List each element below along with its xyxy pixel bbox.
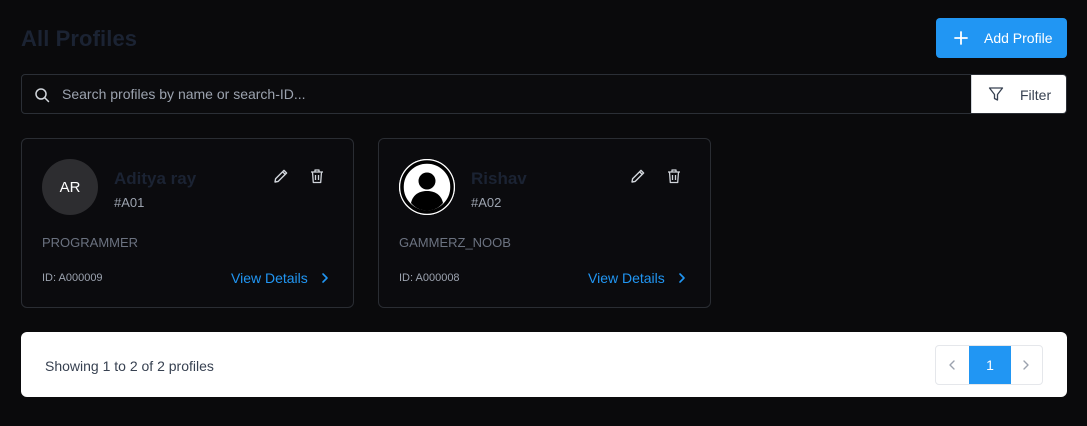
pencil-icon (631, 169, 645, 183)
chevron-right-icon[interactable] (676, 271, 688, 285)
pagination-summary: Showing 1 to 2 of 2 profiles (45, 358, 214, 374)
avatar: AR (42, 159, 98, 215)
previous-page-button[interactable] (936, 346, 968, 384)
profile-role: PROGRAMMER (42, 235, 139, 250)
page-button-current[interactable]: 1 (969, 346, 1011, 384)
trash-icon (311, 169, 323, 184)
profile-role: GAMMERZ_NOOB (399, 235, 511, 250)
profile-card: AR Aditya ray #A01 PROGRAMMER ID: A00000… (21, 138, 354, 308)
add-profile-button[interactable]: Add Profile (936, 18, 1067, 58)
chevron-left-icon (949, 360, 955, 370)
profile-name: Aditya ray (114, 169, 197, 188)
plus-icon (954, 31, 968, 45)
chevron-right-icon[interactable] (319, 271, 331, 285)
profile-code: #A01 (114, 195, 145, 210)
view-details-link[interactable]: View Details (231, 270, 308, 286)
profiles-page: All Profiles Add Profile Filter AR Adity… (0, 0, 1087, 426)
trash-icon (668, 169, 680, 184)
delete-button[interactable] (308, 167, 326, 185)
profile-card: Rishav #A02 GAMMERZ_NOOB ID: A000008 Vie… (378, 138, 711, 308)
profile-id: ID: A000009 (42, 272, 103, 284)
chevron-right-icon (1023, 360, 1029, 370)
avatar (399, 159, 455, 215)
user-icon (399, 159, 455, 215)
next-page-button[interactable] (1010, 346, 1042, 384)
search-icon (35, 88, 50, 103)
search-input[interactable] (62, 75, 962, 113)
view-details-link[interactable]: View Details (588, 270, 665, 286)
page-title: All Profiles (21, 26, 138, 51)
add-profile-label: Add Profile (984, 30, 1053, 46)
filter-button[interactable]: Filter (971, 75, 1066, 113)
edit-button[interactable] (272, 167, 290, 185)
filter-label: Filter (1020, 87, 1052, 103)
filter-icon (988, 87, 1004, 101)
edit-button[interactable] (629, 167, 647, 185)
profile-code: #A02 (471, 195, 502, 210)
avatar-initials: AR (59, 178, 81, 196)
profile-name: Rishav (471, 169, 527, 188)
pencil-icon (274, 169, 288, 183)
pagination-footer: Showing 1 to 2 of 2 profiles 1 (21, 332, 1067, 397)
delete-button[interactable] (665, 167, 683, 185)
pagination-control: 1 (935, 345, 1043, 385)
search-bar: Filter (21, 74, 1067, 114)
profile-id: ID: A000008 (399, 272, 460, 284)
